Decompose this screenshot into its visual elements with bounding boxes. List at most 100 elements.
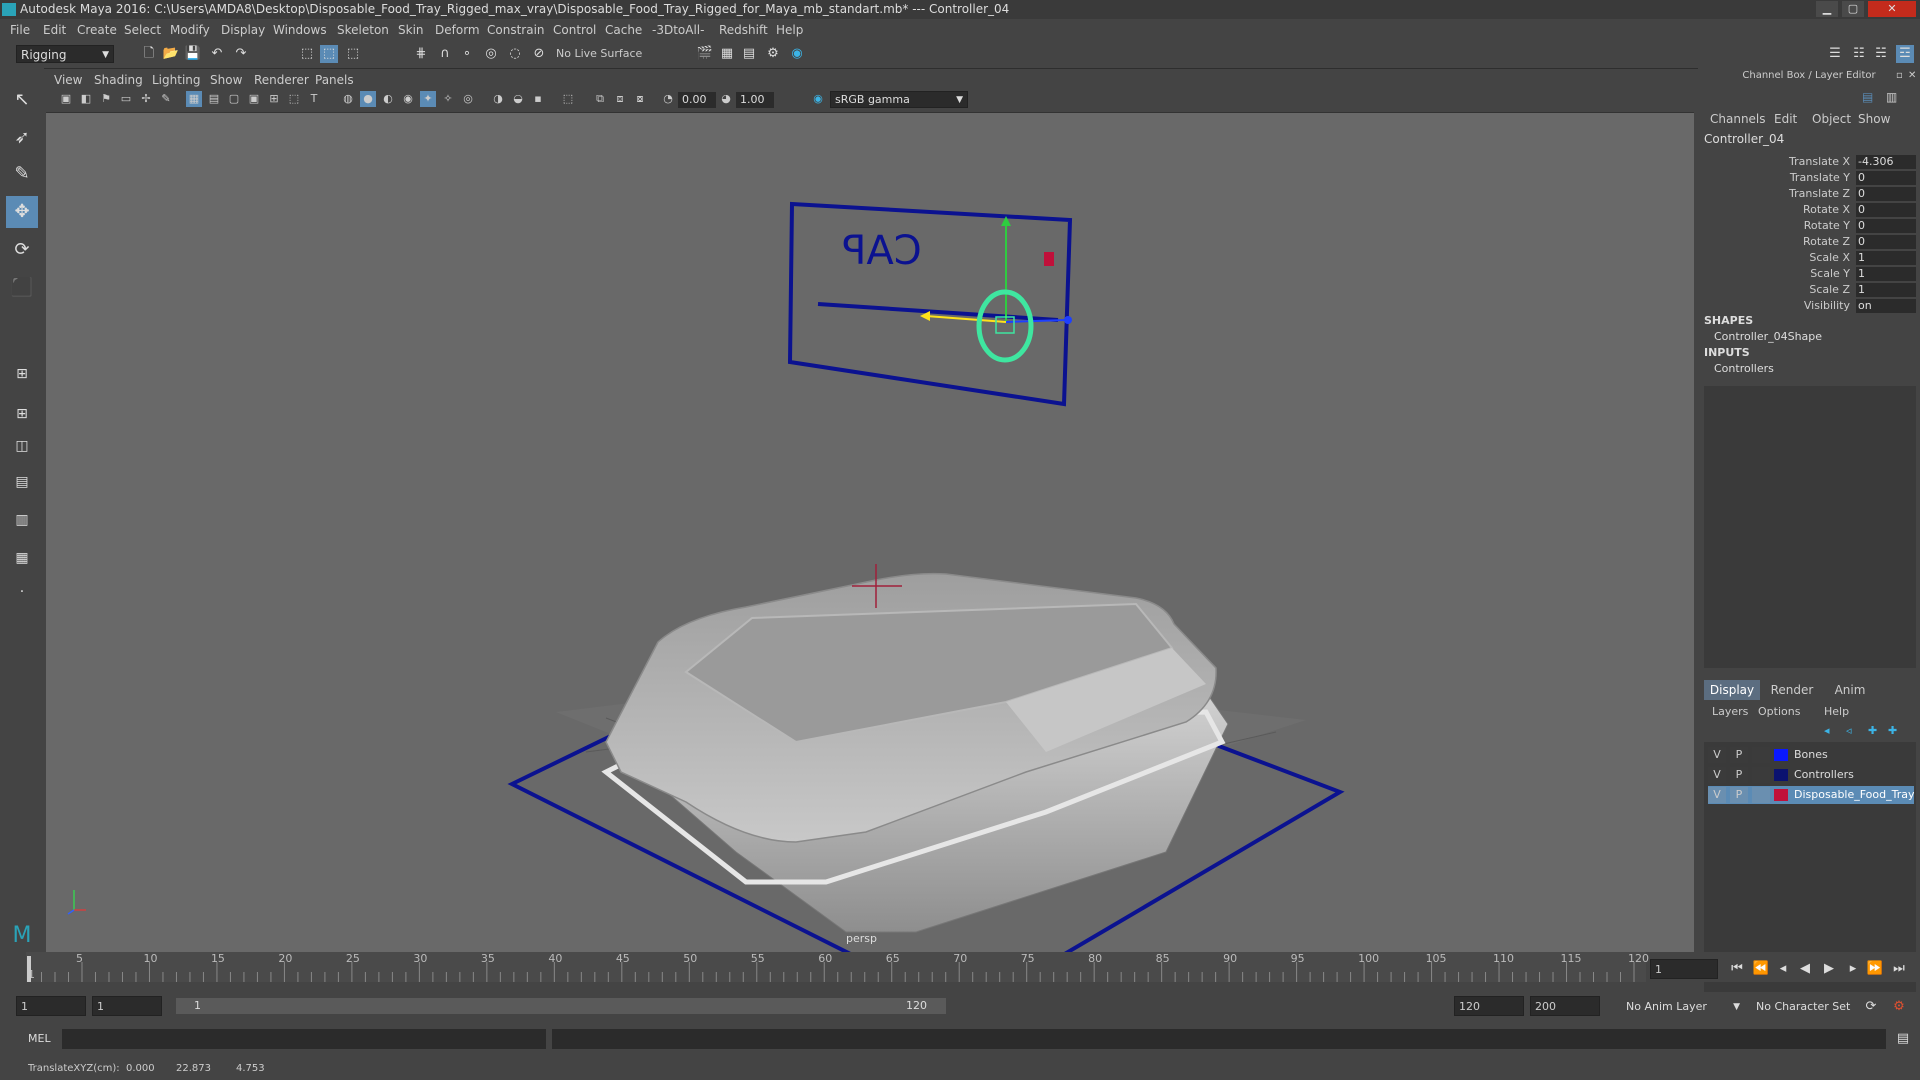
new-layer-selected-icon[interactable]: ✚ (1888, 724, 1897, 737)
textured-icon[interactable]: ✧ (440, 91, 456, 107)
menu-deform[interactable]: Deform (435, 19, 480, 41)
go-to-start-icon[interactable]: ⏮ (1728, 960, 1746, 978)
cb-menu-channels[interactable]: Channels (1710, 110, 1766, 128)
shape-node[interactable]: Controller_04Shape (1714, 330, 1822, 343)
layer-editor-icon[interactable]: ▥ (1886, 90, 1897, 104)
scale-tool-icon[interactable]: ⬛ (6, 272, 38, 304)
menu-edit[interactable]: Edit (43, 19, 66, 41)
gamma-icon[interactable]: ◕ (718, 91, 734, 107)
close-icon[interactable]: ✕ (1868, 1, 1916, 17)
safe-title-icon[interactable]: T (306, 91, 322, 107)
layer-row-bones[interactable]: V P Bones (1708, 746, 1914, 764)
step-back-frame-icon[interactable]: ◂ (1774, 960, 1792, 978)
live-surface-label[interactable]: No Live Surface (556, 47, 642, 60)
exposure-field[interactable]: 0.00 (678, 92, 716, 108)
cb-row-translate-y[interactable]: Translate Y0 (1698, 170, 1920, 186)
menu-constrain[interactable]: Constrain (487, 19, 545, 41)
select-component-icon[interactable]: ⬚ (344, 45, 362, 63)
playback-start-field[interactable]: 1 (92, 996, 162, 1016)
range-slider-track[interactable]: 1 120 (176, 998, 946, 1014)
field-chart-icon[interactable]: ⊞ (266, 91, 282, 107)
new-layer-icon[interactable]: ✚ (1868, 724, 1877, 737)
vp-menu-panels[interactable]: Panels (315, 72, 354, 88)
play-backwards-icon[interactable]: ◀ (1796, 960, 1814, 978)
snap-curve-icon[interactable]: ∩ (436, 45, 454, 63)
xray-icon[interactable]: ⧉ (592, 91, 608, 107)
wireframe-icon[interactable]: ◍ (340, 91, 356, 107)
single-pane-layout-icon[interactable]: ⊞ (6, 358, 38, 390)
cb-row-scale-x[interactable]: Scale X1 (1698, 250, 1920, 266)
smooth-shade-icon[interactable]: ● (360, 91, 376, 107)
cb-row-scale-z[interactable]: Scale Z1 (1698, 282, 1920, 298)
go-to-end-icon[interactable]: ⏭ (1890, 960, 1908, 978)
layer-visibility-toggle[interactable]: V (1708, 787, 1726, 803)
default-material-icon[interactable]: ◐ (380, 91, 396, 107)
time-slider[interactable]: 1 5 10 15 20 25 30 35 40 45 50 55 60 65 70 75 80 85 90 95 10… (0, 952, 1920, 982)
render-view-icon[interactable]: 🎬 (696, 45, 714, 63)
selected-object-name[interactable]: Controller_04 (1704, 132, 1784, 146)
cb-menu-object[interactable]: Object (1812, 110, 1851, 128)
cb-row-translate-x[interactable]: Translate X -4.306 (1698, 154, 1920, 170)
cb-row-rotate-x[interactable]: Rotate X0 (1698, 202, 1920, 218)
playback-end-field[interactable]: 120 (1454, 996, 1524, 1016)
cb-row-rotate-y[interactable]: Rotate Y0 (1698, 218, 1920, 234)
menu-display[interactable]: Display (221, 19, 265, 41)
camera-attributes-icon[interactable]: ◧ (78, 91, 94, 107)
hypershade-layout-icon[interactable]: ▦ (6, 542, 38, 574)
image-plane-icon[interactable]: ▭ (118, 91, 134, 107)
snap-grid-icon[interactable]: ⋕ (412, 45, 430, 63)
layer-menu-options[interactable]: Options (1758, 704, 1800, 720)
minimize-icon[interactable]: ▁ (1816, 1, 1838, 17)
menu-modify[interactable]: Modify (170, 19, 210, 41)
layer-visibility-toggle[interactable]: V (1708, 747, 1726, 763)
layer-playback-toggle[interactable]: P (1730, 787, 1748, 803)
resolution-gate-icon[interactable]: ▢ (226, 91, 242, 107)
channel-box-toggle-icon[interactable]: ☲ (1896, 45, 1914, 63)
ipr-render-icon[interactable]: ▤ (740, 45, 758, 63)
command-input[interactable] (62, 1029, 546, 1049)
move-tool-icon[interactable]: ✥ (6, 196, 38, 228)
undo-icon[interactable]: ↶ (208, 45, 226, 63)
cb-row-translate-z[interactable]: Translate Z0 (1698, 186, 1920, 202)
custom-layout-icon[interactable]: · (6, 576, 38, 608)
layer-name[interactable]: Controllers (1794, 766, 1854, 784)
step-forward-key-icon[interactable]: ⏩ (1866, 960, 1884, 978)
exposure-icon[interactable]: ◔ (660, 91, 676, 107)
layer-color-swatch[interactable] (1774, 769, 1788, 781)
animation-start-field[interactable]: 1 (16, 996, 86, 1016)
close-panel-icon[interactable]: ✕ (1908, 70, 1916, 81)
antialias-icon[interactable]: ▪ (530, 91, 546, 107)
menu-control[interactable]: Control (553, 19, 596, 41)
character-set-dropdown[interactable]: No Character Set (1752, 997, 1862, 1017)
vp-menu-view[interactable]: View (54, 72, 82, 88)
time-slider-ruler[interactable]: 15 10 15 20 25 30 35 40 45 50 55 60 65 70 75 80 85 90 95 10… (26, 952, 1676, 982)
layer-row-controllers[interactable]: V P Controllers (1708, 766, 1914, 784)
step-back-key-icon[interactable]: ⏪ (1752, 960, 1770, 978)
channel-box-icon[interactable]: ▤ (1862, 90, 1873, 104)
cb-row-visibility[interactable]: Visibility on (1698, 298, 1920, 314)
scene-view[interactable]: CAP (46, 112, 1694, 952)
hypershade-icon[interactable]: ◉ (788, 45, 806, 63)
menu-skin[interactable]: Skin (398, 19, 424, 41)
vp-menu-shading[interactable]: Shading (94, 72, 143, 88)
xray-component-icon[interactable]: ⧇ (632, 91, 648, 107)
layer-color-swatch[interactable] (1774, 749, 1788, 761)
isolate-select-icon[interactable]: ⬚ (560, 91, 576, 107)
render-frame-icon[interactable]: ▦ (718, 45, 736, 63)
two-pane-layout-icon[interactable]: ◫ (6, 430, 38, 462)
layer-display-type[interactable] (1752, 747, 1770, 763)
menu-set-dropdown[interactable]: Rigging ▼ (16, 45, 114, 63)
snap-surface-icon[interactable]: ◌ (506, 45, 524, 63)
cb-menu-show[interactable]: Show (1858, 110, 1890, 128)
modeling-toolkit-icon[interactable]: ☰ (1826, 45, 1844, 63)
render-settings-icon[interactable]: ⚙ (764, 45, 782, 63)
move-layer-up-icon[interactable]: ◂ (1824, 724, 1830, 737)
color-management-icon[interactable]: ◉ (810, 91, 826, 107)
safe-action-icon[interactable]: ⬚ (286, 91, 302, 107)
cb-row-scale-y[interactable]: Scale Y1 (1698, 266, 1920, 282)
new-scene-icon[interactable]: 🗋 (140, 45, 158, 63)
menu-3dtoall[interactable]: -3DtoAll- (652, 19, 704, 41)
layer-name[interactable]: Disposable_Food_Tray (1794, 786, 1914, 804)
layer-playback-toggle[interactable]: P (1730, 747, 1748, 763)
menu-redshift[interactable]: Redshift (719, 19, 768, 41)
